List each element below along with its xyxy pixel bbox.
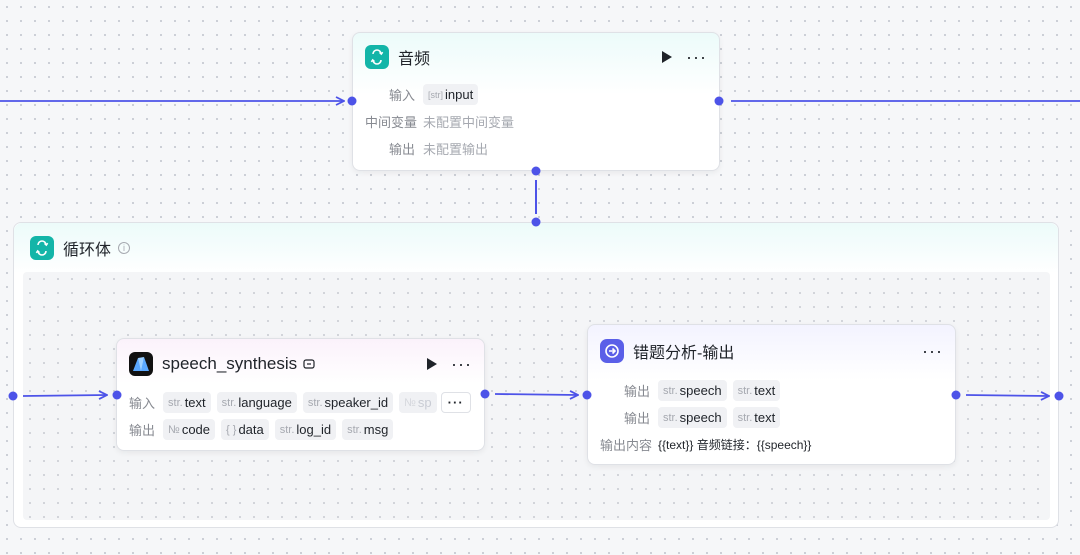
input-chip-truncated: № sp <box>399 392 437 413</box>
run-button[interactable] <box>427 358 438 370</box>
input-chip-language: str. language <box>216 392 297 413</box>
output-label: 输出 <box>388 142 415 157</box>
audio-node-title: 音频 <box>398 51 431 68</box>
output-node-output-port[interactable] <box>951 390 961 400</box>
audio-loop-node[interactable]: 音频 ··· 输入 [str] input 中间变量 未配置中间变量 输出 未配置… <box>352 32 720 171</box>
more-options-button[interactable]: ··· <box>686 48 707 66</box>
audio-output-port[interactable] <box>714 96 724 106</box>
more-options-button[interactable]: ··· <box>451 355 472 373</box>
loop-icon <box>365 45 389 69</box>
intermediate-var-value: 未配置中间变量 <box>423 115 515 130</box>
output-chip-code: № code <box>163 419 216 440</box>
info-icon[interactable]: i <box>118 242 131 254</box>
output-label: 输出 <box>623 384 650 399</box>
output-label: 输出 <box>129 423 156 438</box>
output-node-title: 错题分析-输出 <box>633 345 735 362</box>
input-chip-text: str. text <box>163 392 211 413</box>
audio-input-port[interactable] <box>347 96 357 106</box>
run-button[interactable] <box>662 51 673 63</box>
show-more-inputs-button[interactable]: ··· <box>440 392 471 413</box>
input-label: 输入 <box>129 396 156 411</box>
loop-inner-start-port[interactable] <box>8 391 18 401</box>
loop-title: 循环体 <box>63 242 112 259</box>
output-chip-speech: str. speech <box>658 407 727 428</box>
plugin-badge-icon <box>303 358 315 370</box>
output-node-input-port[interactable] <box>582 390 592 400</box>
input-chip-speaker-id: str. speaker_id <box>302 392 394 413</box>
input-label: 输入 <box>388 88 415 103</box>
loop-inner-end-port[interactable] <box>1054 391 1064 401</box>
speech-synthesis-icon <box>129 352 153 376</box>
intermediate-var-label: 中间变量 <box>365 115 418 130</box>
output-chip-data: { } data <box>221 419 269 440</box>
audio-bottom-port[interactable] <box>531 166 541 176</box>
output-chip-log-id: str. log_id <box>274 419 337 440</box>
output-content-value: {{text}} 音频链接：{{speech}} <box>658 438 812 452</box>
speech-synthesis-node[interactable]: speech_synthesis ··· 输入 str. text str. lan… <box>116 338 485 451</box>
speech-output-port[interactable] <box>480 389 490 399</box>
output-message-icon <box>600 339 624 363</box>
speech-node-title: speech_synthesis <box>162 354 298 373</box>
output-value: 未配置输出 <box>423 142 489 157</box>
loop-icon <box>30 236 54 260</box>
output-chip-msg: str. msg <box>342 419 394 440</box>
output-chip-text: str. text <box>732 407 781 428</box>
output-chip-text: str. text <box>732 380 781 401</box>
output-label: 输出 <box>623 411 650 426</box>
variable-chip: [str] input <box>423 84 479 105</box>
error-analysis-output-node[interactable]: 错题分析-输出 ··· 输出 str. speech str. text 输出 st… <box>587 324 956 465</box>
speech-input-port[interactable] <box>112 390 122 400</box>
more-options-button[interactable]: ··· <box>922 342 943 360</box>
loop-top-port[interactable] <box>531 217 541 227</box>
output-chip-speech: str. speech <box>658 380 727 401</box>
output-content-label: 输出内容 <box>600 438 653 453</box>
